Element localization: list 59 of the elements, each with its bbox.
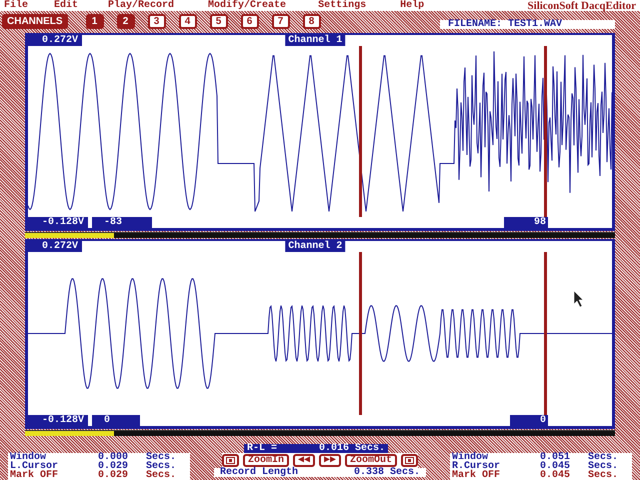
info-label: Mark OFF — [10, 471, 60, 480]
channel-toggle[interactable]: 2 — [116, 14, 135, 29]
zoom-control-button[interactable]: ZoomIn — [242, 454, 289, 467]
marker-button[interactable] — [401, 454, 418, 467]
top-voltage-label: 0.272V — [28, 35, 82, 46]
channel-toggle[interactable]: 8 — [302, 14, 321, 29]
info-unit: Secs. — [588, 462, 620, 471]
channel-toggle[interactable]: 6 — [240, 14, 259, 29]
channel-toggle[interactable]: 1 — [86, 14, 104, 29]
info-unit: Secs. — [146, 471, 178, 480]
channels-button[interactable]: CHANNELS — [2, 14, 68, 29]
info-unit: Secs. — [588, 471, 620, 480]
info-unit: Secs. — [588, 453, 620, 462]
info-label: R.Cursor — [452, 462, 502, 471]
right-marker-value: 98 — [504, 217, 548, 228]
bottom-voltage-label: -0.128V — [28, 415, 88, 426]
bottom-voltage-label: -0.128V — [28, 217, 88, 228]
info-value: 0.051 — [540, 453, 572, 462]
difference-label: R-L = — [246, 444, 277, 453]
info-value: 0.045 — [540, 462, 572, 471]
channel-toggle[interactable]: 3 — [148, 14, 166, 29]
record-length-value: 0.338 Secs. — [354, 468, 420, 477]
channel-toggle[interactable]: 5 — [210, 14, 228, 29]
menu-item[interactable]: Play/Record — [108, 0, 174, 11]
info-value: 0.000 — [98, 453, 130, 462]
zoom-control-button[interactable]: ZoomOut — [345, 454, 398, 467]
left-marker-value: -83 — [92, 217, 152, 228]
zoom-control-button[interactable]: ▶▶ — [319, 454, 342, 467]
info-value: 0.029 — [98, 471, 130, 480]
info-unit: Secs. — [146, 462, 178, 471]
channel-toggle[interactable]: 4 — [178, 14, 197, 29]
channel-title: Channel 1 — [285, 35, 346, 46]
scroll-track[interactable] — [25, 232, 615, 238]
record-length-label: Record Length — [220, 468, 298, 477]
filename-label: FILENAME: TEST1.WAV — [440, 20, 615, 29]
info-unit: Secs. — [146, 453, 178, 462]
app-title: SiliconSoft DacqEditor — [528, 0, 636, 12]
info-label: L.Cursor — [10, 462, 60, 471]
marker-button[interactable] — [222, 454, 239, 467]
info-label: Mark OFF — [452, 471, 502, 480]
info-value: 0.029 — [98, 462, 130, 471]
channel-toggle[interactable]: 7 — [272, 14, 290, 29]
scroll-track[interactable] — [25, 430, 615, 436]
top-voltage-label: 0.272V — [28, 241, 82, 252]
menu-item[interactable]: Help — [400, 0, 424, 11]
right-marker-value: 0 — [510, 415, 548, 426]
mouse-pointer-icon — [574, 291, 584, 307]
difference-value: 0.016 Secs. — [319, 444, 386, 453]
menu-item[interactable]: Edit — [54, 0, 78, 11]
info-value: 0.045 — [540, 471, 572, 480]
zoom-control-button[interactable]: ◀◀ — [292, 454, 315, 467]
channel-title: Channel 2 — [285, 241, 346, 252]
menu-item[interactable]: Settings — [318, 0, 366, 11]
dot-in-square-icon — [226, 457, 235, 464]
info-label: Window — [452, 453, 488, 462]
left-marker-value: 0 — [92, 415, 140, 426]
info-label: Window — [10, 453, 46, 462]
dot-in-square-icon — [405, 457, 414, 464]
menu-item[interactable]: File — [4, 0, 28, 11]
